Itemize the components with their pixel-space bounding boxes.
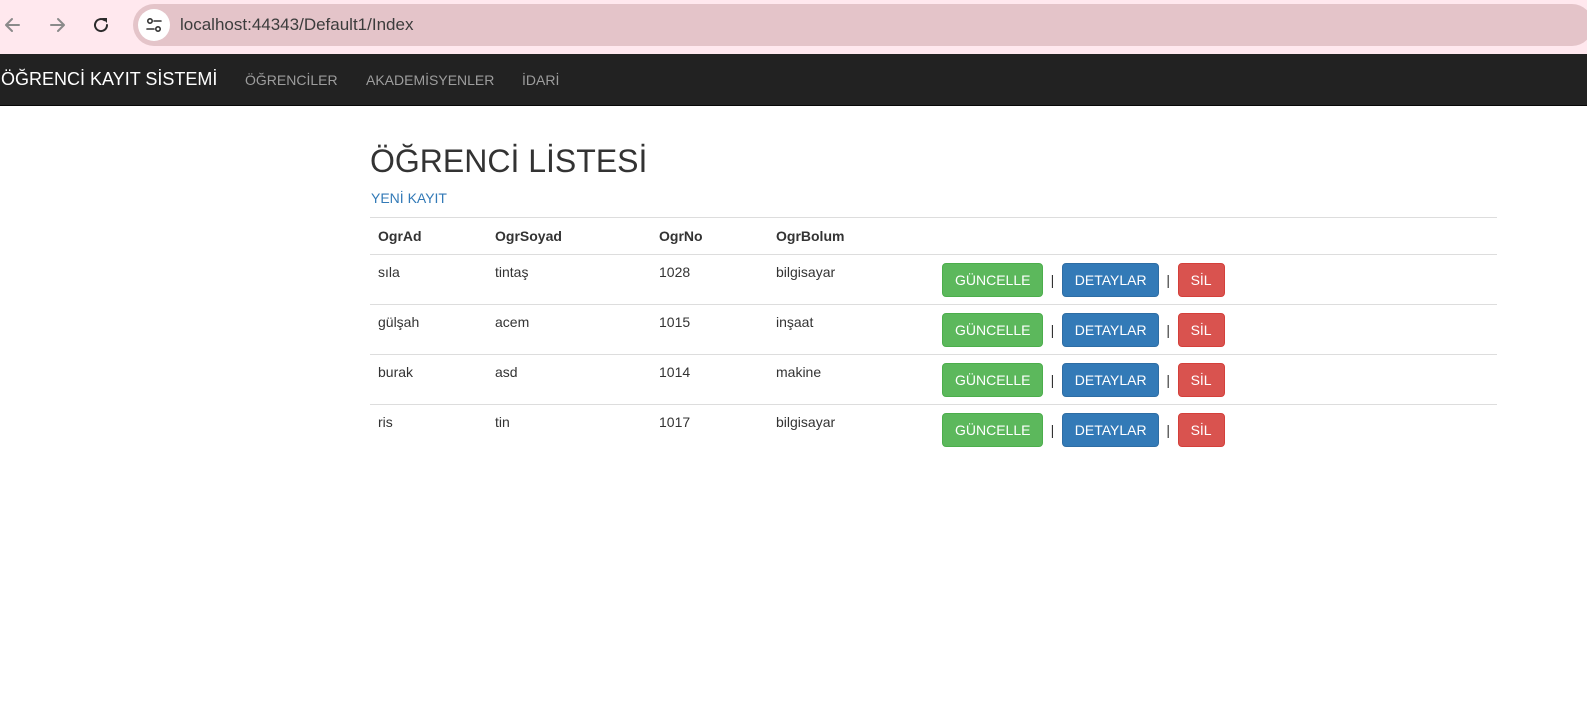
cell-ograd: burak [370,354,487,405]
address-bar[interactable]: localhost:44343/Default1/Index [133,4,1587,46]
site-info-button[interactable] [138,9,170,41]
cell-ogrbolum: bilgisayar [776,414,836,430]
cell-ogrbolum: inşaat [768,304,934,355]
column-header-ogrbolum: OgrBolum [768,217,934,255]
cell-ogrsoyad: acem [487,304,651,355]
column-header-ogrno: OgrNo [651,217,768,255]
table-header-row: OgrAd OgrSoyad OgrNo OgrBolum [370,217,1497,255]
cell-ogrno: 1028 [651,254,768,305]
cell-ogrsoyad: asd [487,354,651,405]
cell-ograd: gülşah [370,304,487,355]
details-button[interactable]: DETAYLAR [1061,262,1159,297]
separator: | [1050,271,1055,288]
new-record-link[interactable]: YENİ KAYIT [371,189,447,207]
separator: | [1050,321,1055,338]
nav-link-akademisyenler[interactable]: AKADEMİSYENLER [366,71,494,89]
cell-actions: GÜNCELLE | DETAYLAR | SİL [934,405,1497,455]
arrow-left-icon [5,18,20,32]
cell-ogrsoyad: tin [495,414,510,430]
separator: | [1166,421,1170,438]
details-button[interactable]: DETAYLAR [1061,312,1159,347]
nav-link-idari[interactable]: İDARİ [522,71,559,89]
table-row: sıla tintaş 1028 bilgisayar GÜNCELLE | D… [370,254,1497,305]
reload-icon [94,18,109,33]
url-text[interactable]: localhost:44343/Default1/Index [180,15,413,35]
update-button[interactable]: GÜNCELLE [942,312,1043,347]
table-row: gülşah acem 1015 inşaat GÜNCELLE | DETAY… [370,304,1497,355]
column-header-ogrsoyad: OgrSoyad [487,217,651,255]
update-button[interactable]: GÜNCELLE [942,412,1043,447]
cell-ograd: sıla [370,254,487,305]
student-table-container: OgrAd OgrSoyad OgrNo OgrBolum sıla tinta… [370,217,1497,455]
cell-ogrsoyad: tintaş [487,254,651,305]
cell-actions: GÜNCELLE | DETAYLAR | SİL [934,304,1497,355]
cell-ogrbolum: bilgisayar [768,254,934,305]
table-row: burak asd 1014 makine GÜNCELLE | DETAYLA… [370,354,1497,405]
delete-button[interactable]: SİL [1177,262,1225,297]
reload-button[interactable] [84,8,118,42]
column-header-ograd: OgrAd [370,217,487,255]
cell-actions: GÜNCELLE | DETAYLAR | SİL [934,354,1497,405]
cell-ogrno: 1015 [651,304,768,355]
separator: | [1050,421,1055,438]
nav-link-ogrenciler[interactable]: ÖĞRENCİLER [245,71,338,89]
cell-actions: GÜNCELLE | DETAYLAR | SİL [934,254,1497,305]
separator: | [1166,271,1170,288]
details-button[interactable]: DETAYLAR [1061,362,1159,397]
cell-ograd: ris [378,414,393,430]
app-navbar: ÖĞRENCİ KAYIT SİSTEMİ ÖĞRENCİLER AKADEMİ… [0,54,1587,106]
table-row: ris tin 1017 bilgisayar GÜNCELLE | DETAY… [370,405,1497,455]
forward-button[interactable] [40,8,74,42]
delete-button[interactable]: SİL [1177,412,1225,447]
tune-icon [146,17,162,33]
update-button[interactable]: GÜNCELLE [942,262,1043,297]
cell-ogrno: 1017 [659,414,691,430]
separator: | [1166,321,1170,338]
arrow-right-icon [50,18,65,32]
delete-button[interactable]: SİL [1177,312,1225,347]
details-button[interactable]: DETAYLAR [1061,412,1159,447]
column-header-actions [934,217,1497,255]
separator: | [1166,371,1170,388]
delete-button[interactable]: SİL [1177,362,1225,397]
student-table: OgrAd OgrSoyad OgrNo OgrBolum sıla tinta… [370,217,1497,455]
update-button[interactable]: GÜNCELLE [942,362,1043,397]
cell-ogrno: 1014 [651,354,768,405]
back-button[interactable] [0,8,30,42]
browser-toolbar: localhost:44343/Default1/Index [0,0,1587,54]
page-title: ÖĞRENCİ LİSTESİ [370,143,648,179]
cell-ogrbolum: makine [768,354,934,405]
separator: | [1050,371,1055,388]
navbar-brand[interactable]: ÖĞRENCİ KAYIT SİSTEMİ [1,69,217,89]
